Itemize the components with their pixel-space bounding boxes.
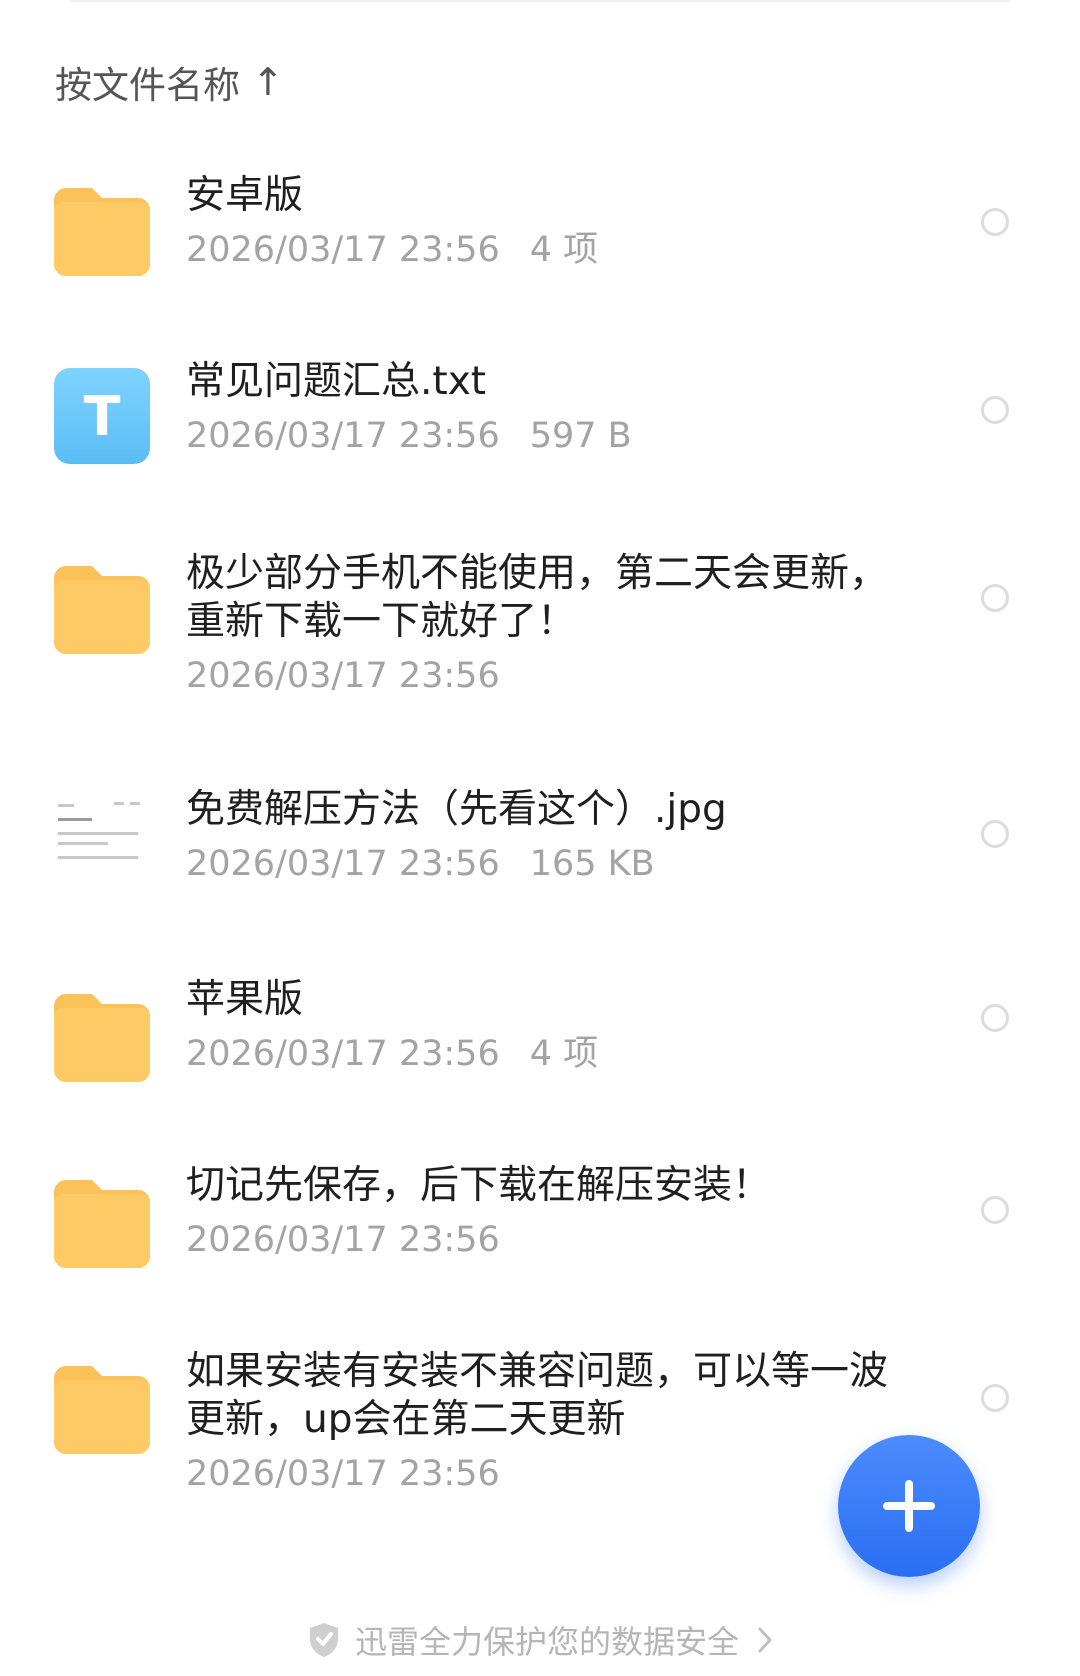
select-radio[interactable] (981, 1384, 1009, 1412)
file-name: 常见问题汇总.txt (186, 359, 487, 404)
select-radio[interactable] (981, 396, 1009, 424)
folder-icon (54, 180, 150, 276)
file-name: 免费解压方法（先看这个）.jpg (186, 787, 727, 832)
sort-by-name-button[interactable]: 按文件名称 ↑ (55, 52, 284, 112)
file-name: 安卓版 (186, 173, 304, 218)
select-radio[interactable] (981, 820, 1009, 848)
security-notice[interactable]: 迅雷全力保护您的数据安全 (0, 1612, 1080, 1668)
txt-file-icon: T (54, 368, 150, 464)
select-radio[interactable] (981, 208, 1009, 236)
folder-icon (54, 1172, 150, 1268)
file-meta: 2026/03/17 23:56 597 B (186, 414, 906, 458)
add-button[interactable] (838, 1435, 980, 1577)
file-meta: 2026/03/17 23:56 4 项 (186, 228, 906, 272)
file-date: 2026/03/17 23:56 (186, 1454, 500, 1494)
sort-label: 按文件名称 (55, 64, 240, 107)
select-radio[interactable] (981, 1196, 1009, 1224)
file-date: 2026/03/17 23:56 (186, 416, 500, 456)
security-notice-text: 迅雷全力保护您的数据安全 (354, 1623, 739, 1661)
file-info: 165 KB (529, 844, 655, 884)
file-name: 苹果版 (186, 977, 304, 1022)
folder-icon (54, 1358, 150, 1454)
file-date: 2026/03/17 23:56 (186, 844, 500, 884)
file-date: 2026/03/17 23:56 (186, 230, 500, 270)
file-meta: 2026/03/17 23:56 (186, 1218, 906, 1262)
file-info: 4 项 (529, 230, 599, 270)
file-meta: 2026/03/17 23:56 165 KB (186, 842, 906, 886)
file-date: 2026/03/17 23:56 (186, 1220, 500, 1260)
folder-icon (54, 986, 150, 1082)
file-info: 4 项 (529, 1034, 599, 1074)
file-date: 2026/03/17 23:56 (186, 656, 500, 696)
file-meta: 2026/03/17 23:56 (186, 1452, 906, 1496)
sort-arrow-up-icon: ↑ (252, 60, 284, 104)
file-meta: 2026/03/17 23:56 4 项 (186, 1032, 906, 1076)
select-radio[interactable] (981, 584, 1009, 612)
select-radio[interactable] (981, 1004, 1009, 1032)
file-name: 极少部分手机不能使用，第二天会更新，重新下载一下就好了！ (186, 551, 889, 644)
shield-icon (309, 1623, 338, 1657)
file-name: 切记先保存，后下载在解压安装！ (186, 1163, 772, 1208)
file-meta: 2026/03/17 23:56 (186, 654, 906, 698)
plus-icon (883, 1480, 935, 1532)
chevron-right-icon (758, 1627, 772, 1653)
file-name: 如果安装有安装不兼容问题，可以等一波更新，up会在第二天更新 (186, 1349, 889, 1442)
image-thumbnail-icon (54, 796, 150, 892)
folder-icon (54, 558, 150, 654)
file-info: 597 B (529, 416, 632, 456)
top-divider (70, 0, 1010, 2)
file-date: 2026/03/17 23:56 (186, 1034, 500, 1074)
